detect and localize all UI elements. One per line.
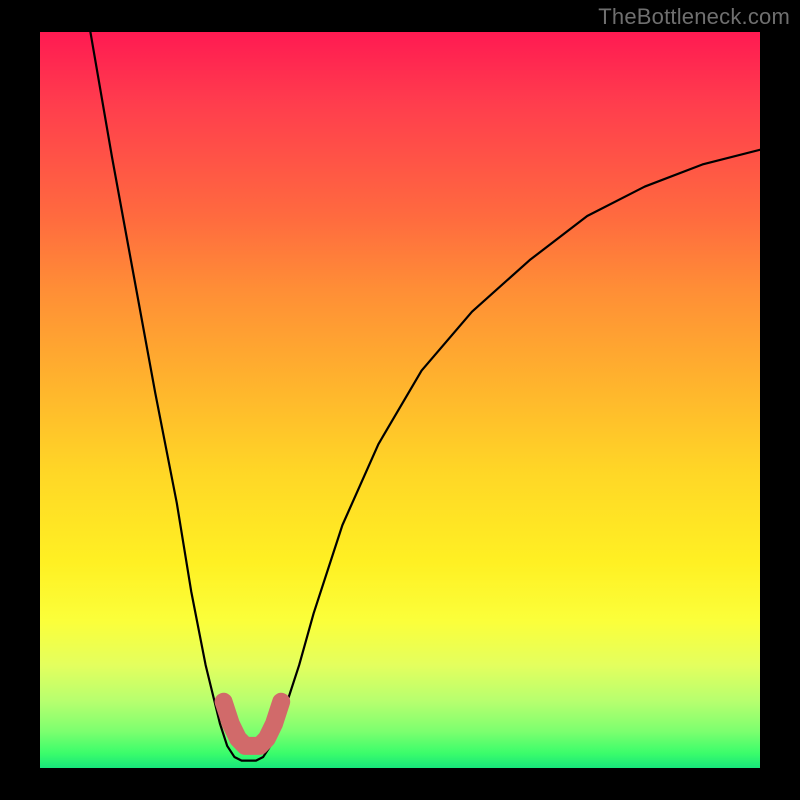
chart-frame: TheBottleneck.com	[0, 0, 800, 800]
chart-svg	[40, 32, 760, 768]
bottleneck-curve	[90, 32, 760, 761]
bottleneck-minimum-highlight	[224, 702, 282, 746]
watermark-text: TheBottleneck.com	[598, 4, 790, 30]
plot-area	[40, 32, 760, 768]
